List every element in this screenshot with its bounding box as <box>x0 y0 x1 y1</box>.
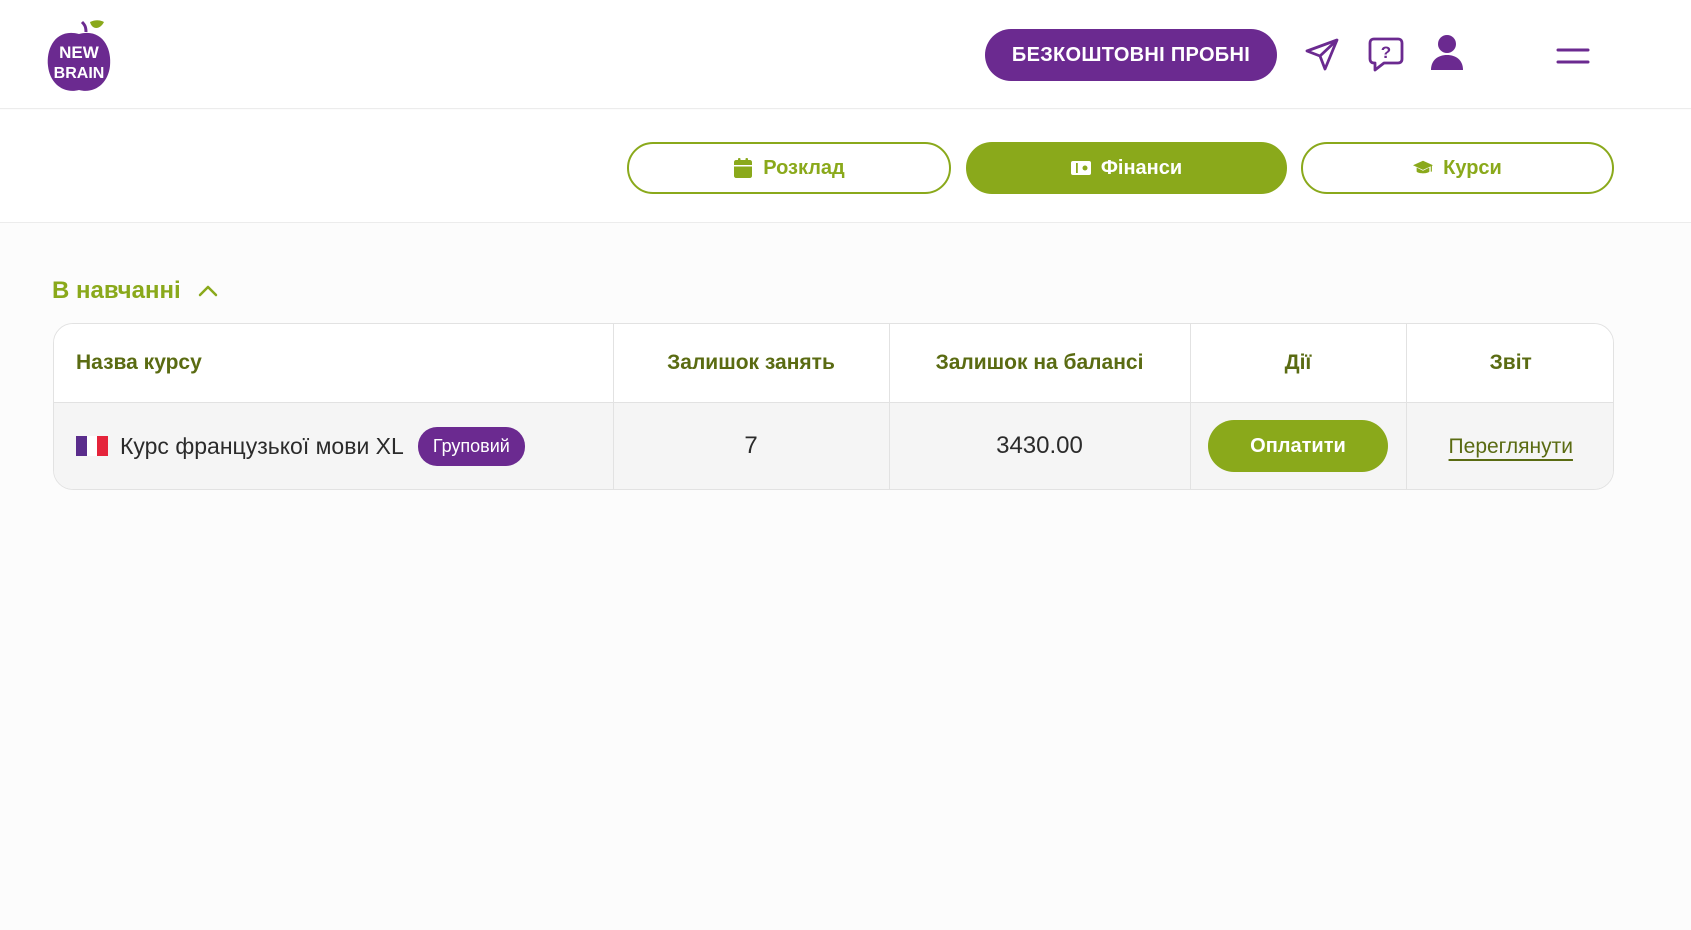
in-progress-section-toggle[interactable]: В навчанні <box>52 277 219 305</box>
user-icon[interactable] <box>1427 32 1467 72</box>
lessons-left-cell: 7 <box>613 402 890 489</box>
view-report-link[interactable]: Переглянути <box>1449 435 1573 458</box>
free-trial-button[interactable]: БЕЗКОШТОВНІ ПРОБНІ <box>985 29 1277 81</box>
help-chat-icon[interactable]: ? <box>1366 34 1406 74</box>
column-header-course-name: Назва курсу <box>54 324 614 403</box>
column-header-actions: Дії <box>1190 324 1407 403</box>
france-flag-icon <box>76 436 109 457</box>
tab-schedule-label: Розклад <box>763 156 845 179</box>
tabs-bar: Розклад Фінанси Курси <box>0 110 1691 223</box>
svg-text:NEW: NEW <box>59 43 100 62</box>
table-row: Курс французької мови XL Груповий 7 3430… <box>54 402 1613 489</box>
column-header-report: Звіт <box>1406 324 1613 403</box>
section-title: В навчанні <box>52 277 181 304</box>
course-name-cell: Курс французької мови XL Груповий <box>54 402 614 489</box>
actions-cell: Оплатити <box>1190 402 1407 489</box>
column-header-balance: Залишок на балансі <box>889 324 1191 403</box>
tab-finance[interactable]: Фінанси <box>966 142 1287 194</box>
svg-text:?: ? <box>1381 43 1391 62</box>
graduation-cap-icon <box>1413 160 1434 174</box>
balance-cell: 3430.00 <box>889 402 1191 489</box>
send-icon[interactable] <box>1302 34 1342 74</box>
courses-table: Назва курсу Залишок занять Залишок на ба… <box>53 323 1614 490</box>
table-header-row: Назва курсу Залишок занять Залишок на ба… <box>54 324 1613 403</box>
svg-text:BRAIN: BRAIN <box>54 65 105 82</box>
top-header: NEW BRAIN БЕЗКОШТОВНІ ПРОБНІ ? <box>0 0 1691 109</box>
tab-courses[interactable]: Курси <box>1301 142 1614 194</box>
menu-icon[interactable] <box>1555 38 1591 74</box>
course-type-badge: Груповий <box>417 426 525 466</box>
tab-finance-label: Фінанси <box>1100 156 1183 179</box>
chevron-up-icon <box>198 285 217 297</box>
course-name: Курс французької мови XL <box>120 432 404 459</box>
new-brain-logo[interactable]: NEW BRAIN <box>46 18 112 94</box>
column-header-lessons-left: Залишок занять <box>613 324 890 403</box>
report-cell: Переглянути <box>1406 402 1613 489</box>
calendar-icon <box>734 158 753 178</box>
tab-schedule[interactable]: Розклад <box>627 142 951 194</box>
tab-courses-label: Курси <box>1443 156 1502 179</box>
pay-button[interactable]: Оплатити <box>1208 420 1388 473</box>
wallet-icon <box>1070 161 1091 175</box>
